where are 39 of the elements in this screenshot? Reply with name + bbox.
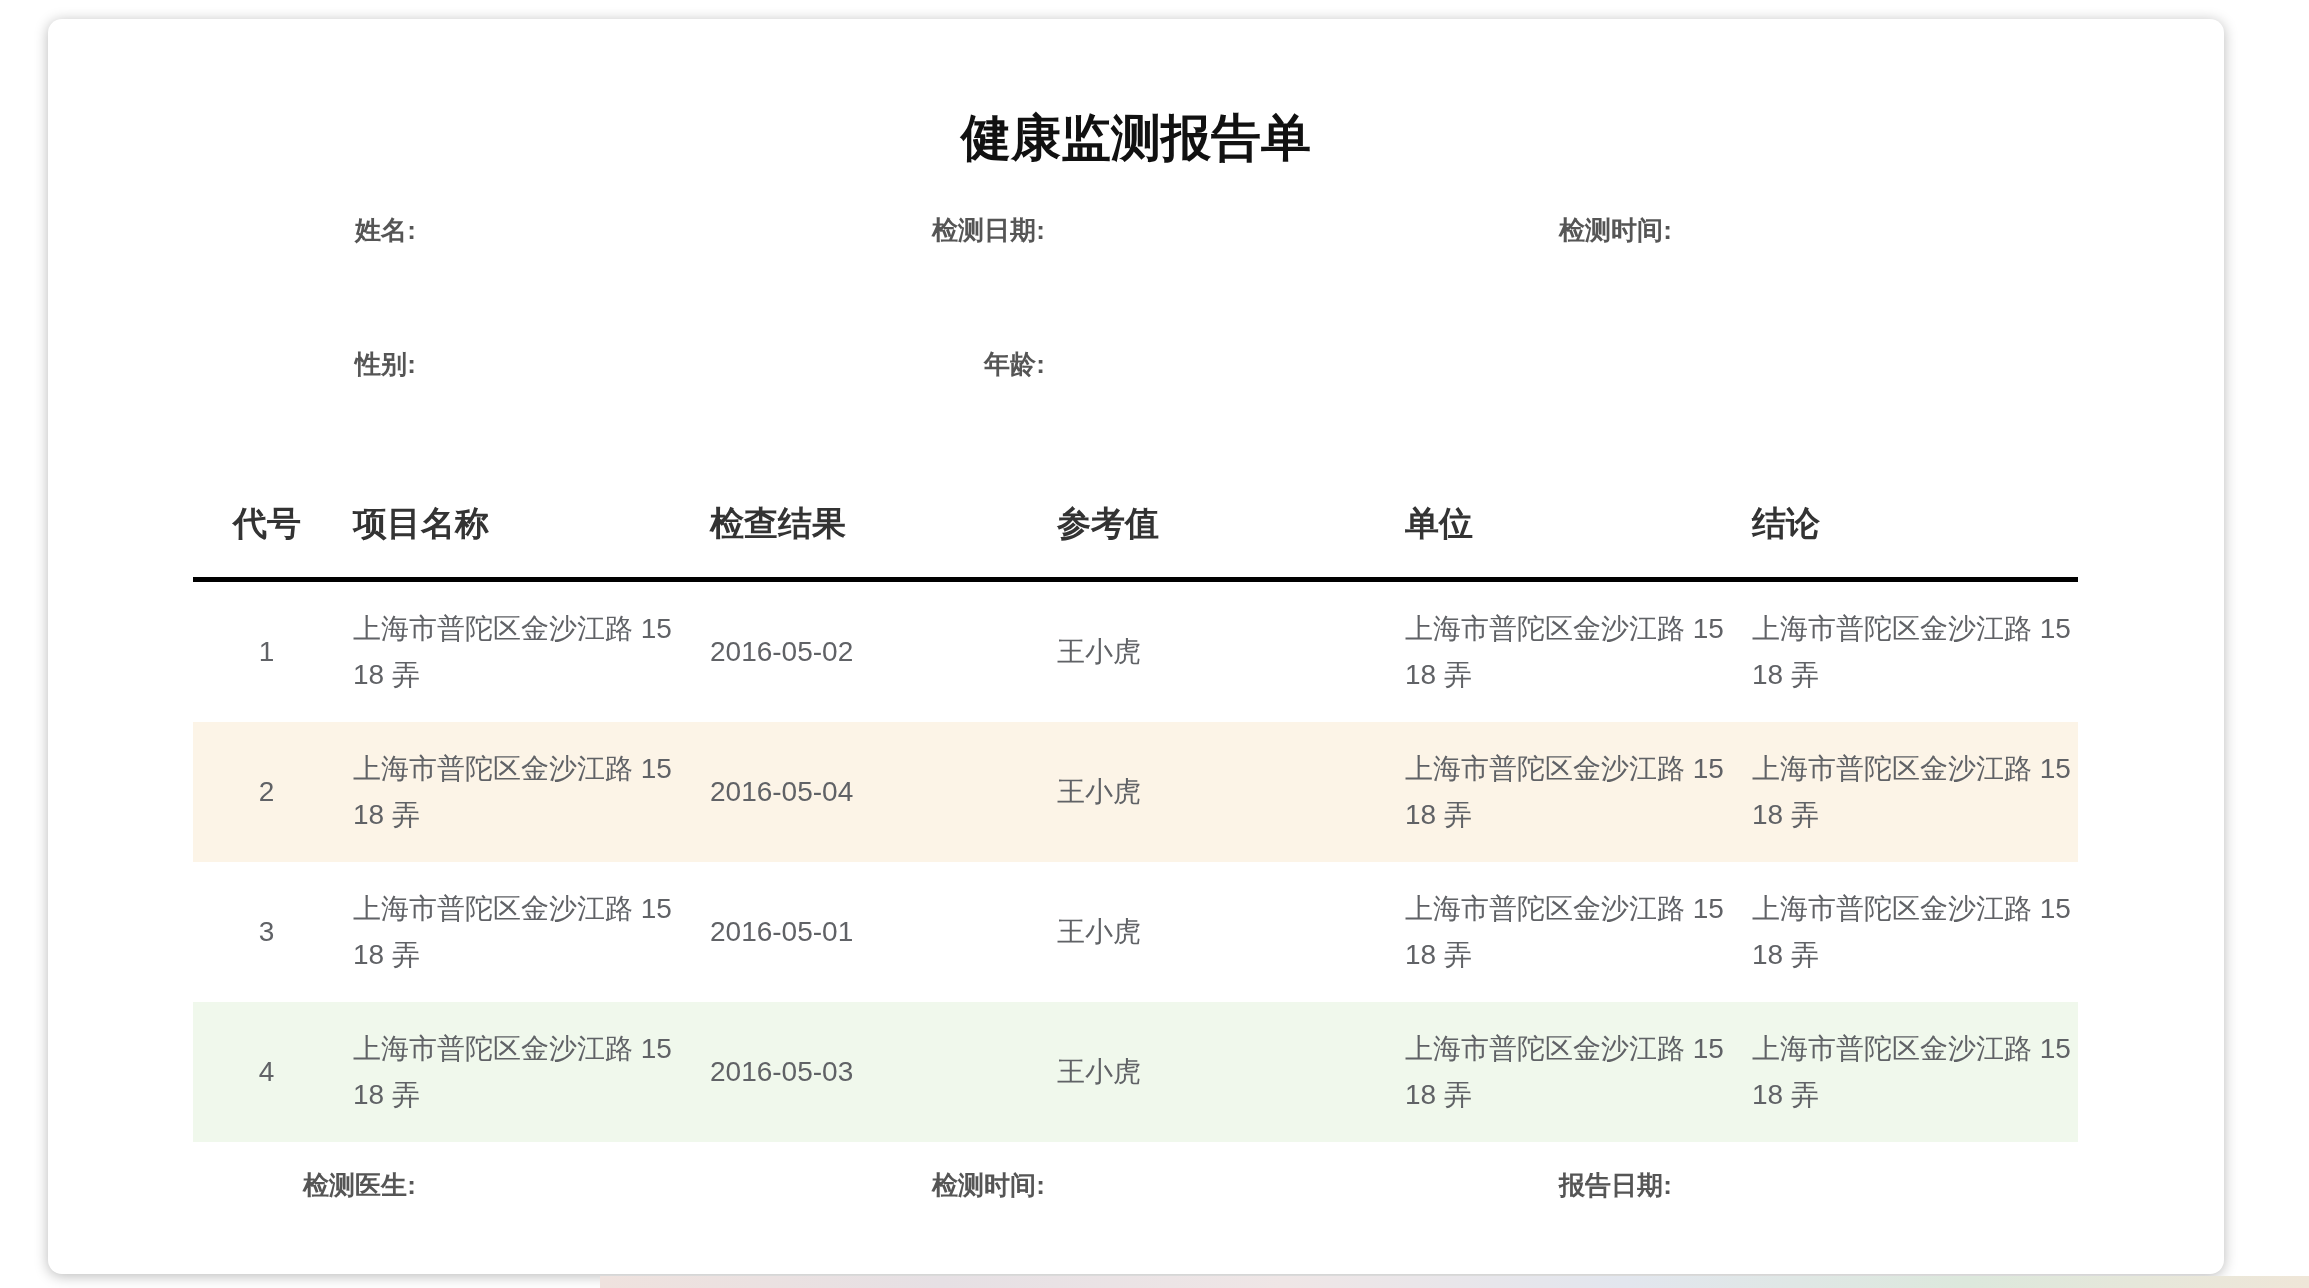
table-cell-text: 上海市普陀区金沙江路 1518 弄 bbox=[1404, 752, 1725, 832]
table-cell-text: 上海市普陀区金沙江路 1518 弄 bbox=[1751, 752, 2072, 832]
table-cell-text: 2016-05-02 bbox=[709, 635, 855, 669]
column-header: 参考值 bbox=[1056, 503, 1160, 544]
table-cell-text: 王小虎 bbox=[1056, 915, 1142, 949]
table-cell-text: 3 bbox=[257, 915, 276, 949]
field-label: 报告日期: bbox=[1557, 1172, 1672, 1198]
column-header: 代号 bbox=[231, 503, 302, 544]
column-header: 结论 bbox=[1750, 503, 1821, 544]
table-cell-text: 上海市普陀区金沙江路 1518 弄 bbox=[1404, 612, 1725, 692]
table-cell-text: 上海市普陀区金沙江路 1518 弄 bbox=[1751, 892, 2072, 972]
table-cell-text: 王小虎 bbox=[1056, 775, 1142, 809]
table-cell-text: 上海市普陀区金沙江路 1518 弄 bbox=[1404, 1032, 1725, 1112]
field-label: 姓名: bbox=[353, 217, 416, 243]
table-cell-text: 2 bbox=[257, 775, 276, 809]
table-cell-text: 上海市普陀区金沙江路 1518 弄 bbox=[352, 752, 673, 832]
table-cell-text: 2016-05-01 bbox=[709, 915, 855, 949]
table-cell-text: 1 bbox=[257, 635, 276, 669]
table-cell-text: 上海市普陀区金沙江路 1518 弄 bbox=[352, 892, 673, 972]
column-header: 项目名称 bbox=[351, 503, 490, 544]
table-cell-text: 王小虎 bbox=[1056, 1055, 1142, 1089]
field-label: 检测时间: bbox=[930, 1172, 1045, 1198]
column-header: 检查结果 bbox=[708, 503, 847, 544]
table-cell-text: 2016-05-03 bbox=[709, 1055, 855, 1089]
table-cell-text: 上海市普陀区金沙江路 1518 弄 bbox=[1751, 1032, 2072, 1112]
field-label: 年龄: bbox=[982, 351, 1045, 377]
field-label: 检测时间: bbox=[1557, 217, 1672, 243]
table-cell-text: 2016-05-04 bbox=[709, 775, 855, 809]
table-cell-text: 王小虎 bbox=[1056, 635, 1142, 669]
field-label: 性别: bbox=[353, 351, 416, 377]
report-title: 健康监测报告单 bbox=[959, 113, 1312, 163]
table-cell-text: 上海市普陀区金沙江路 1518 弄 bbox=[352, 1032, 673, 1112]
field-label: 检测医生: bbox=[301, 1172, 416, 1198]
table-cell-text: 上海市普陀区金沙江路 1518 弄 bbox=[1404, 892, 1725, 972]
table-cell-text: 4 bbox=[257, 1055, 276, 1089]
table-cell-text: 上海市普陀区金沙江路 1518 弄 bbox=[1751, 612, 2072, 692]
column-header: 单位 bbox=[1404, 503, 1474, 544]
table-cell-text: 上海市普陀区金沙江路 1518 弄 bbox=[352, 612, 673, 692]
field-label: 检测日期: bbox=[930, 217, 1045, 243]
